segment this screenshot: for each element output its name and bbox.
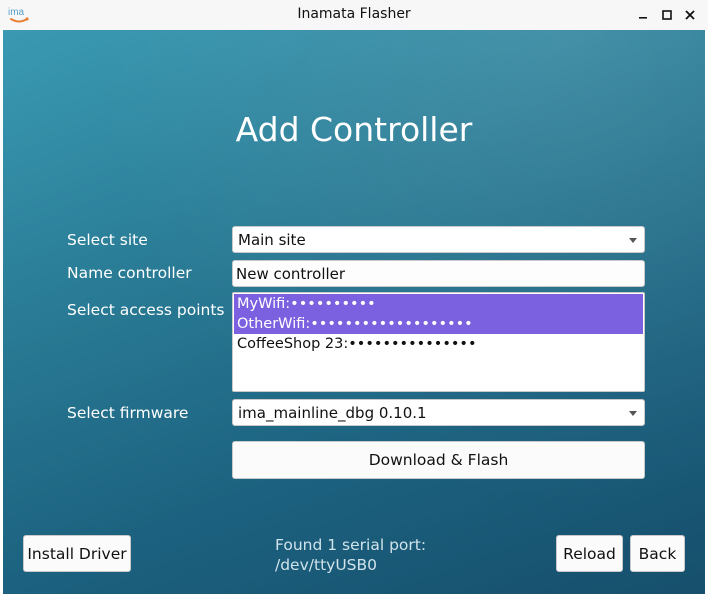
reload-label: Reload <box>563 544 616 563</box>
serial-status-line1: Found 1 serial port: <box>275 536 427 554</box>
chevron-down-icon <box>629 411 637 416</box>
access-points-list[interactable]: MyWifi:•••••••••• OtherWifi:••••••••••••… <box>232 292 645 392</box>
firmware-label: Select firmware <box>67 404 189 422</box>
serial-status: Found 1 serial port: /dev/ttyUSB0 <box>275 535 475 575</box>
install-driver-button[interactable]: Install Driver <box>23 535 131 572</box>
chevron-down-icon <box>629 238 637 243</box>
access-points-label: Select access points <box>67 301 225 319</box>
list-item-otherwifi[interactable]: OtherWifi:••••••••••••••••••• <box>234 314 643 334</box>
main-panel: Add Controller Select site Main site Nam… <box>3 30 705 594</box>
firmware-select[interactable]: ima_mainline_dbg 0.10.1 <box>232 399 645 426</box>
title-bar: ima Inamata Flasher <box>0 0 708 30</box>
back-button[interactable]: Back <box>630 535 685 572</box>
controller-name-field[interactable]: New controller <box>232 260 645 287</box>
site-label: Select site <box>67 231 148 249</box>
download-flash-label: Download & Flash <box>368 451 509 469</box>
site-select-value: Main site <box>238 231 306 249</box>
site-select[interactable]: Main site <box>232 226 645 253</box>
reload-button[interactable]: Reload <box>556 535 623 572</box>
name-label: Name controller <box>67 264 192 282</box>
minimize-icon[interactable] <box>632 4 654 26</box>
close-icon[interactable] <box>679 4 701 26</box>
firmware-select-value: ima_mainline_dbg 0.10.1 <box>238 404 427 422</box>
back-label: Back <box>638 544 677 563</box>
maximize-icon[interactable] <box>656 4 678 26</box>
serial-status-line2: /dev/ttyUSB0 <box>275 556 377 574</box>
page-title: Add Controller <box>235 110 473 149</box>
list-item-mywifi[interactable]: MyWifi:•••••••••• <box>234 294 643 314</box>
install-driver-label: Install Driver <box>27 544 127 563</box>
download-flash-button[interactable]: Download & Flash <box>232 441 645 479</box>
window-title: Inamata Flasher <box>297 6 411 22</box>
list-item-coffeeshop[interactable]: CoffeeShop 23:••••••••••••••• <box>234 334 643 354</box>
